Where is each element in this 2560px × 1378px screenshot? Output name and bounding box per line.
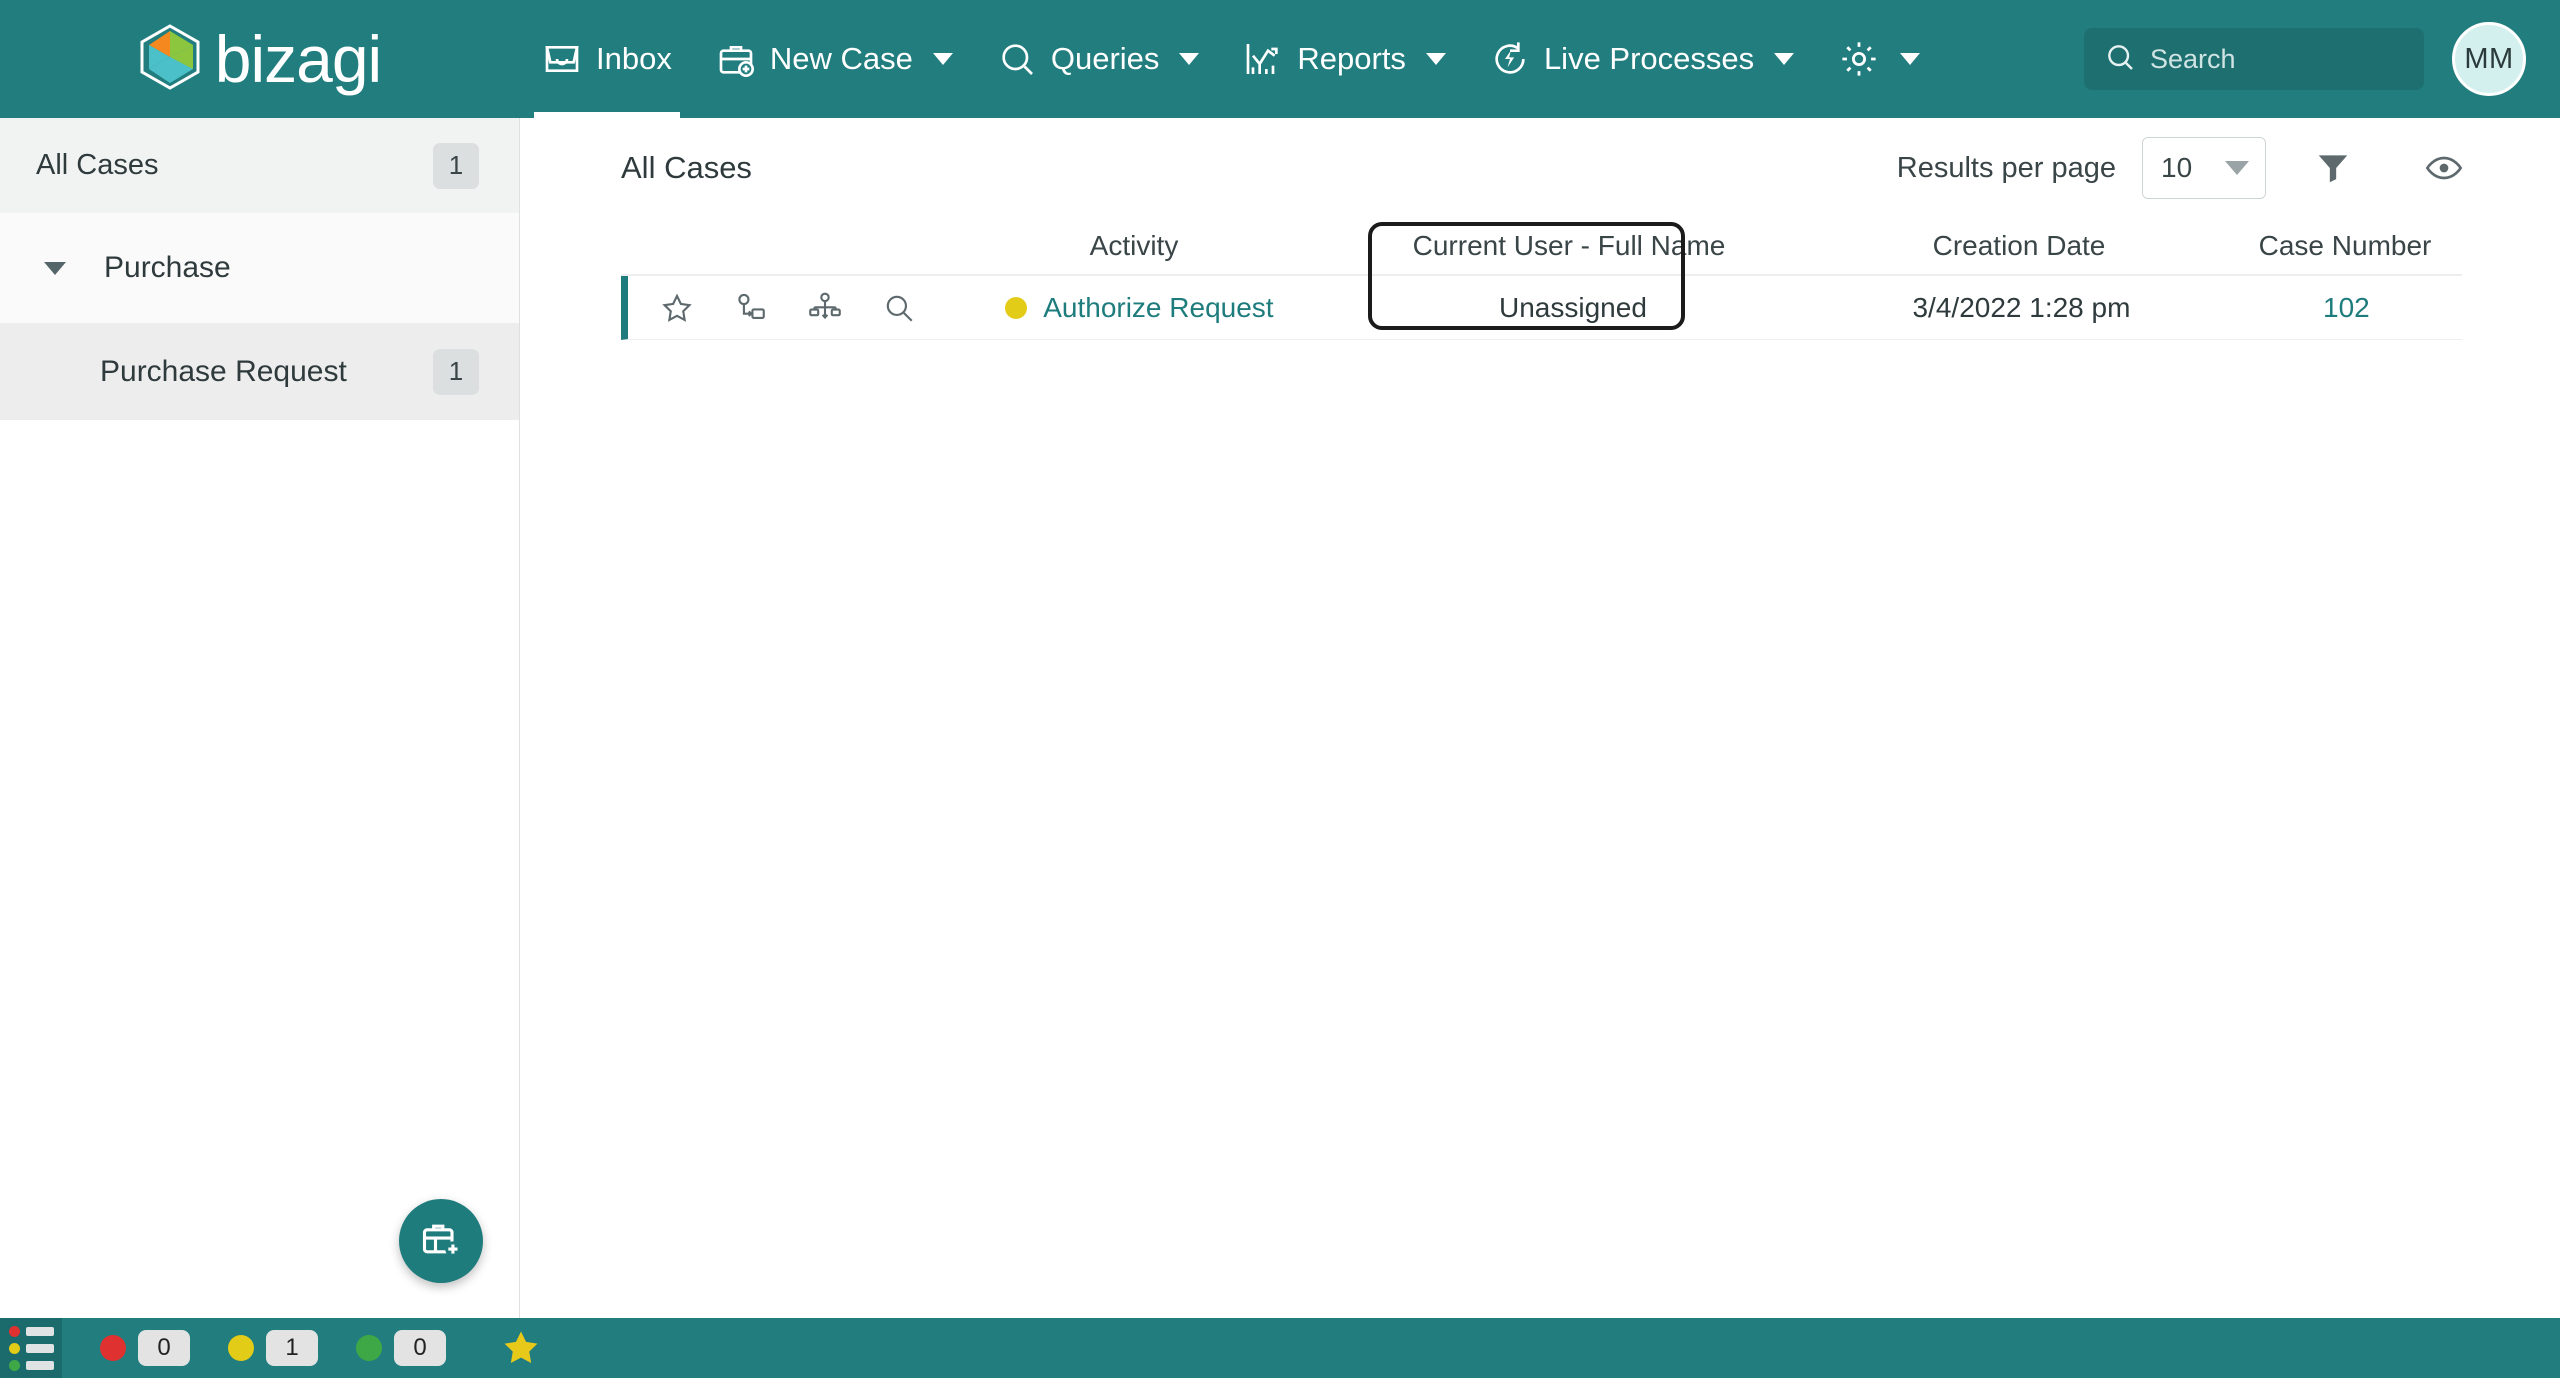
chevron-down-icon (1179, 53, 1200, 65)
chevron-down-icon (2225, 161, 2249, 175)
case-number-link[interactable]: 102 (2323, 292, 2370, 323)
cell-case-number: 102 (2231, 292, 2462, 324)
search-input[interactable] (2150, 43, 2404, 75)
main-header: All Cases Results per page 10 (521, 118, 2560, 218)
nav-item-inbox[interactable]: Inbox (520, 0, 694, 118)
inbox-icon (542, 39, 582, 79)
sidebar-item-purchase-request[interactable]: Purchase Request 1 (0, 323, 519, 420)
magnifier-icon (997, 39, 1037, 79)
status-dot-icon (1005, 296, 1028, 319)
nav-item-live-processes[interactable]: Live Processes (1468, 0, 1816, 118)
nav-item-settings[interactable] (1816, 0, 1942, 118)
nav-item-live-processes-label: Live Processes (1543, 41, 1755, 76)
sidebar-item-purchase-label: Purchase (104, 251, 231, 284)
search-box[interactable] (2084, 28, 2424, 90)
brand-name: bizagi (214, 22, 382, 96)
row-action-icons (628, 291, 945, 325)
sidebar-item-all-cases-count: 1 (433, 142, 479, 189)
activity-link[interactable]: Authorize Request (1043, 292, 1273, 324)
process-tree-icon[interactable] (808, 291, 842, 325)
chevron-down-icon (1900, 53, 1921, 65)
column-header-creation-date[interactable]: Creation Date (1809, 230, 2229, 262)
status-chip-red[interactable]: 0 (100, 1330, 190, 1366)
column-header-case-number[interactable]: Case Number (2229, 230, 2461, 262)
status-bar: 0 1 0 (0, 1318, 2560, 1378)
bizagi-cube-icon (139, 23, 201, 95)
magnifier-icon[interactable] (882, 291, 916, 325)
status-chip-yellow[interactable]: 1 (228, 1330, 318, 1366)
cases-table: Activity Current User - Full Name Creati… (521, 218, 2560, 340)
sidebar-item-all-cases-label: All Cases (36, 149, 159, 181)
top-navigation-bar: bizagi Inbox New Case Queries Reports Li… (0, 0, 2560, 118)
nav-item-reports-label: Reports (1297, 41, 1406, 76)
nav-item-new-case[interactable]: New Case (694, 0, 975, 118)
column-header-activity[interactable]: Activity (939, 230, 1329, 262)
nav-item-new-case-label: New Case (769, 41, 913, 76)
briefcase-plus-icon (419, 1217, 463, 1266)
status-chip-red-count: 0 (138, 1330, 190, 1366)
sidebar-item-all-cases[interactable]: All Cases 1 (0, 118, 519, 213)
table-row[interactable]: Authorize Request Unassigned 3/4/2022 1:… (621, 276, 2462, 340)
chart-icon (1243, 39, 1283, 79)
lightning-circle-icon (1490, 39, 1530, 79)
yellow-dot-icon (228, 1335, 254, 1361)
avatar-initials: MM (2464, 42, 2514, 75)
new-case-fab-button[interactable] (399, 1199, 483, 1283)
chevron-down-icon (1425, 53, 1446, 65)
chevron-down-icon[interactable] (44, 261, 66, 275)
sidebar-item-purchase-request-label: Purchase Request (100, 354, 347, 388)
table-header-row: Activity Current User - Full Name Creati… (621, 218, 2462, 276)
status-chip-green[interactable]: 0 (356, 1330, 446, 1366)
nav-item-queries-label: Queries (1050, 41, 1160, 76)
avatar[interactable]: MM (2452, 22, 2526, 96)
red-dot-icon (100, 1335, 126, 1361)
briefcase-plus-icon (716, 39, 756, 79)
list-icon[interactable] (0, 1318, 62, 1378)
results-per-page-label: Results per page (1896, 151, 2116, 184)
status-chip-green-count: 0 (394, 1330, 446, 1366)
search-icon (2104, 41, 2136, 78)
results-per-page-select[interactable]: 10 (2142, 137, 2266, 199)
results-per-page-value: 10 (2161, 152, 2193, 183)
reassign-icon[interactable] (734, 291, 768, 325)
star-icon[interactable] (660, 291, 694, 325)
star-icon[interactable] (500, 1327, 542, 1369)
nav-items: Inbox New Case Queries Reports Live Proc… (520, 0, 1942, 118)
green-dot-icon (356, 1335, 382, 1361)
brand-logo[interactable]: bizagi (0, 0, 520, 118)
page-title: All Cases (621, 150, 752, 185)
nav-item-queries[interactable]: Queries (975, 0, 1222, 118)
cell-creation-date: 3/4/2022 1:28 pm (1912, 291, 2131, 323)
status-chip-yellow-count: 1 (266, 1330, 318, 1366)
main-content: All Cases Results per page 10 Activity C… (521, 118, 2560, 1318)
funnel-icon[interactable] (2314, 149, 2352, 187)
cell-current-user: Unassigned (1499, 291, 1647, 323)
sidebar-item-purchase[interactable]: Purchase (0, 213, 519, 323)
chevron-down-icon (932, 53, 953, 65)
nav-item-inbox-label: Inbox (596, 41, 672, 76)
results-per-page-group: Results per page 10 (1897, 137, 2464, 199)
eye-icon[interactable] (2424, 148, 2464, 188)
nav-item-reports[interactable]: Reports (1221, 0, 1468, 118)
chevron-down-icon (1774, 53, 1795, 65)
column-header-current-user[interactable]: Current User - Full Name (1329, 230, 1809, 262)
sidebar-empty-area (0, 420, 519, 1318)
cell-activity: Authorize Request (945, 292, 1334, 324)
gear-icon (1838, 38, 1880, 80)
sidebar-item-purchase-request-count: 1 (433, 348, 479, 395)
sidebar: All Cases 1 Purchase Purchase Request 1 (0, 118, 520, 1318)
